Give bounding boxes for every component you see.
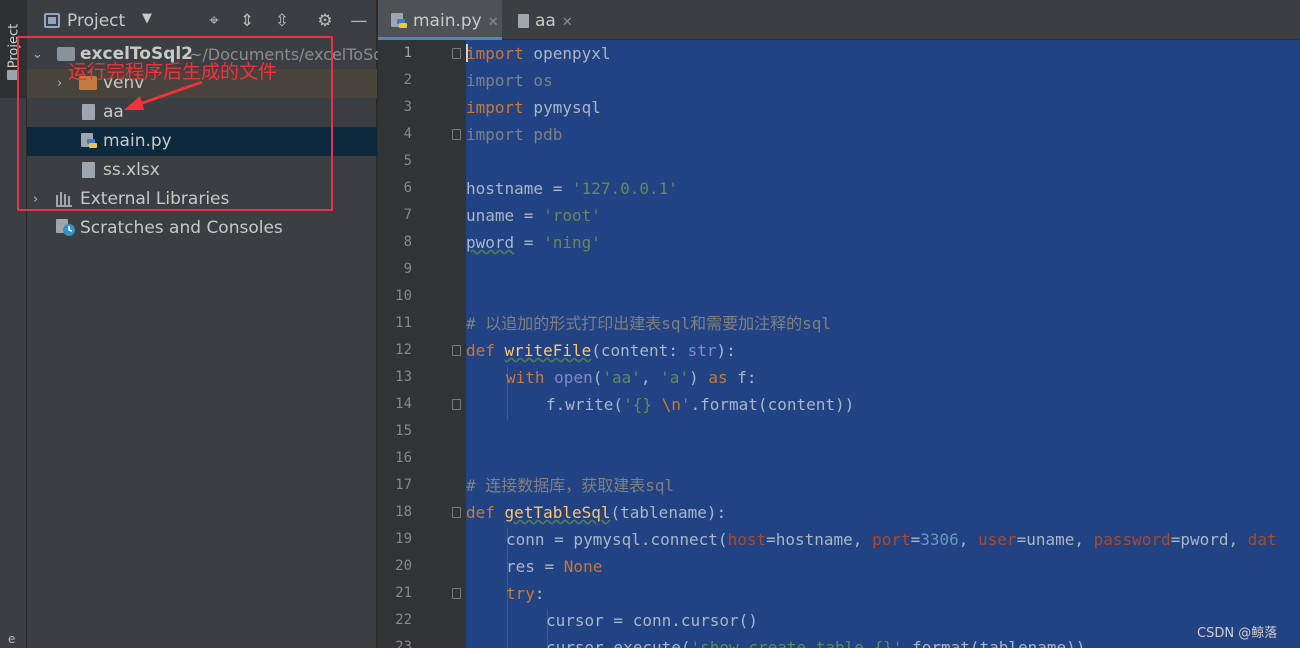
code-line-6: hostname = '127.0.0.1'	[466, 179, 678, 198]
tab-label: main.py	[413, 11, 482, 31]
fold-marker[interactable]	[452, 345, 461, 356]
code-line-11: # 以追加的形式打印出建表sql和需要加注释的sql	[466, 314, 832, 333]
collapse-all-icon[interactable]: ⇳	[271, 10, 293, 32]
code-line-22: cursor = conn.cursor()	[546, 611, 758, 630]
line-number: 16	[395, 450, 412, 466]
line-number: 22	[395, 612, 412, 628]
editor: main.py ✕ aa ✕ 1 2 3 4 5 6 7 8 9 10 11 12 …	[378, 0, 1300, 648]
chevron-right-icon[interactable]: ›	[33, 185, 38, 214]
project-tool-tab[interactable]: Project	[0, 0, 27, 98]
tab-aa[interactable]: aa ✕	[508, 0, 588, 40]
tree-item-main-py[interactable]: main.py	[27, 127, 377, 156]
line-number: 10	[395, 288, 412, 304]
tree-item-label: External Libraries	[80, 189, 230, 209]
tool-window-strip: Project e	[0, 0, 27, 648]
line-number-gutter: 1 2 3 4 5 6 7 8 9 10 11 12 13 14 15 16 1…	[378, 40, 466, 648]
code-line-13: with open('aa', 'a') as f:	[506, 368, 757, 387]
folder-icon	[7, 70, 19, 80]
structure-tool-tab-label[interactable]: e	[8, 632, 15, 646]
code-line-14: f.write('{} \n'.format(content))	[546, 395, 855, 414]
fold-marker[interactable]	[452, 588, 461, 599]
fold-marker[interactable]	[452, 507, 461, 518]
annotation-arrow	[124, 80, 203, 110]
line-number: 13	[395, 369, 412, 385]
line-number: 18	[395, 504, 412, 520]
line-number: 21	[395, 585, 412, 601]
line-number: 9	[403, 261, 412, 277]
tree-item-scratches[interactable]: Scratches and Consoles	[27, 214, 377, 243]
line-number: 7	[403, 207, 412, 223]
scratches-icon	[56, 219, 75, 236]
code-line-7: uname = 'root'	[466, 206, 601, 225]
line-number: 12	[395, 342, 412, 358]
code-line-8: pword = 'ning'	[466, 233, 601, 252]
fold-marker[interactable]	[452, 129, 461, 140]
line-number: 8	[403, 234, 412, 250]
line-number: 17	[395, 477, 412, 493]
code-line-19: conn = pymysql.connect(host=hostname, po…	[506, 530, 1277, 549]
tree-item-label: ss.xlsx	[103, 160, 160, 180]
fold-marker[interactable]	[452, 399, 461, 410]
line-number: 19	[395, 531, 412, 547]
code-line-4: import pdb	[466, 125, 563, 144]
gear-icon[interactable]: ⚙	[314, 10, 336, 32]
library-icon	[56, 192, 72, 207]
line-number: 23	[395, 639, 412, 648]
project-folder-icon	[44, 13, 60, 28]
project-view-selector[interactable]: Project	[67, 11, 125, 31]
tab-label: aa	[535, 11, 556, 31]
line-number: 1	[403, 45, 412, 61]
text-file-icon	[82, 104, 95, 120]
fold-marker[interactable]	[452, 48, 461, 59]
chevron-down-icon[interactable]: ▼	[142, 11, 152, 26]
python-file-icon	[81, 133, 97, 148]
line-number: 4	[403, 126, 412, 142]
line-number: 3	[403, 99, 412, 115]
close-icon[interactable]: ✕	[488, 15, 499, 30]
code-line-12: def writeFile(content: str):	[466, 341, 736, 360]
code-line-20: res = None	[506, 557, 603, 576]
line-number: 5	[403, 153, 412, 169]
expand-all-icon[interactable]: ⇕	[236, 10, 258, 32]
spreadsheet-file-icon	[82, 162, 95, 178]
code-line-21: try:	[506, 584, 545, 603]
project-panel-header: Project ▼ ⌖ ⇕ ⇳ ⚙ —	[27, 0, 377, 40]
chevron-down-icon[interactable]: ⌄	[32, 40, 43, 69]
line-number: 14	[395, 396, 412, 412]
code-line-1: import openpyxl	[466, 44, 611, 63]
minimize-icon[interactable]: —	[348, 10, 370, 32]
line-number: 20	[395, 558, 412, 574]
code-line-2: import os	[466, 71, 553, 90]
locate-icon[interactable]: ⌖	[203, 10, 225, 32]
line-number: 2	[403, 72, 412, 88]
code-line-17: # 连接数据库，获取建表sql	[466, 476, 675, 495]
chevron-right-icon[interactable]: ›	[57, 69, 62, 98]
code-line-23: cursor.execute('show create table {}'.fo…	[546, 638, 1086, 648]
tab-main-py[interactable]: main.py ✕	[378, 0, 502, 40]
code-editor[interactable]: import openpyxl import os import pymysql…	[466, 40, 1300, 648]
close-icon[interactable]: ✕	[562, 15, 573, 30]
watermark: CSDN @鲸落	[1197, 626, 1278, 641]
tree-item-external-libraries[interactable]: › External Libraries	[27, 185, 377, 214]
tree-item-ss-xlsx[interactable]: ss.xlsx	[27, 156, 377, 185]
editor-tab-bar: main.py ✕ aa ✕	[378, 0, 1300, 40]
tree-item-label: Scratches and Consoles	[80, 218, 283, 238]
python-file-icon	[391, 13, 407, 28]
tree-item-label: main.py	[103, 131, 172, 151]
line-number: 6	[403, 180, 412, 196]
line-number: 15	[395, 423, 412, 439]
text-file-icon	[518, 14, 529, 28]
code-line-18: def getTableSql(tablename):	[466, 503, 727, 522]
line-number: 11	[395, 315, 412, 331]
code-line-3: import pymysql	[466, 98, 601, 117]
project-tool-tab-label: Project	[6, 23, 22, 69]
